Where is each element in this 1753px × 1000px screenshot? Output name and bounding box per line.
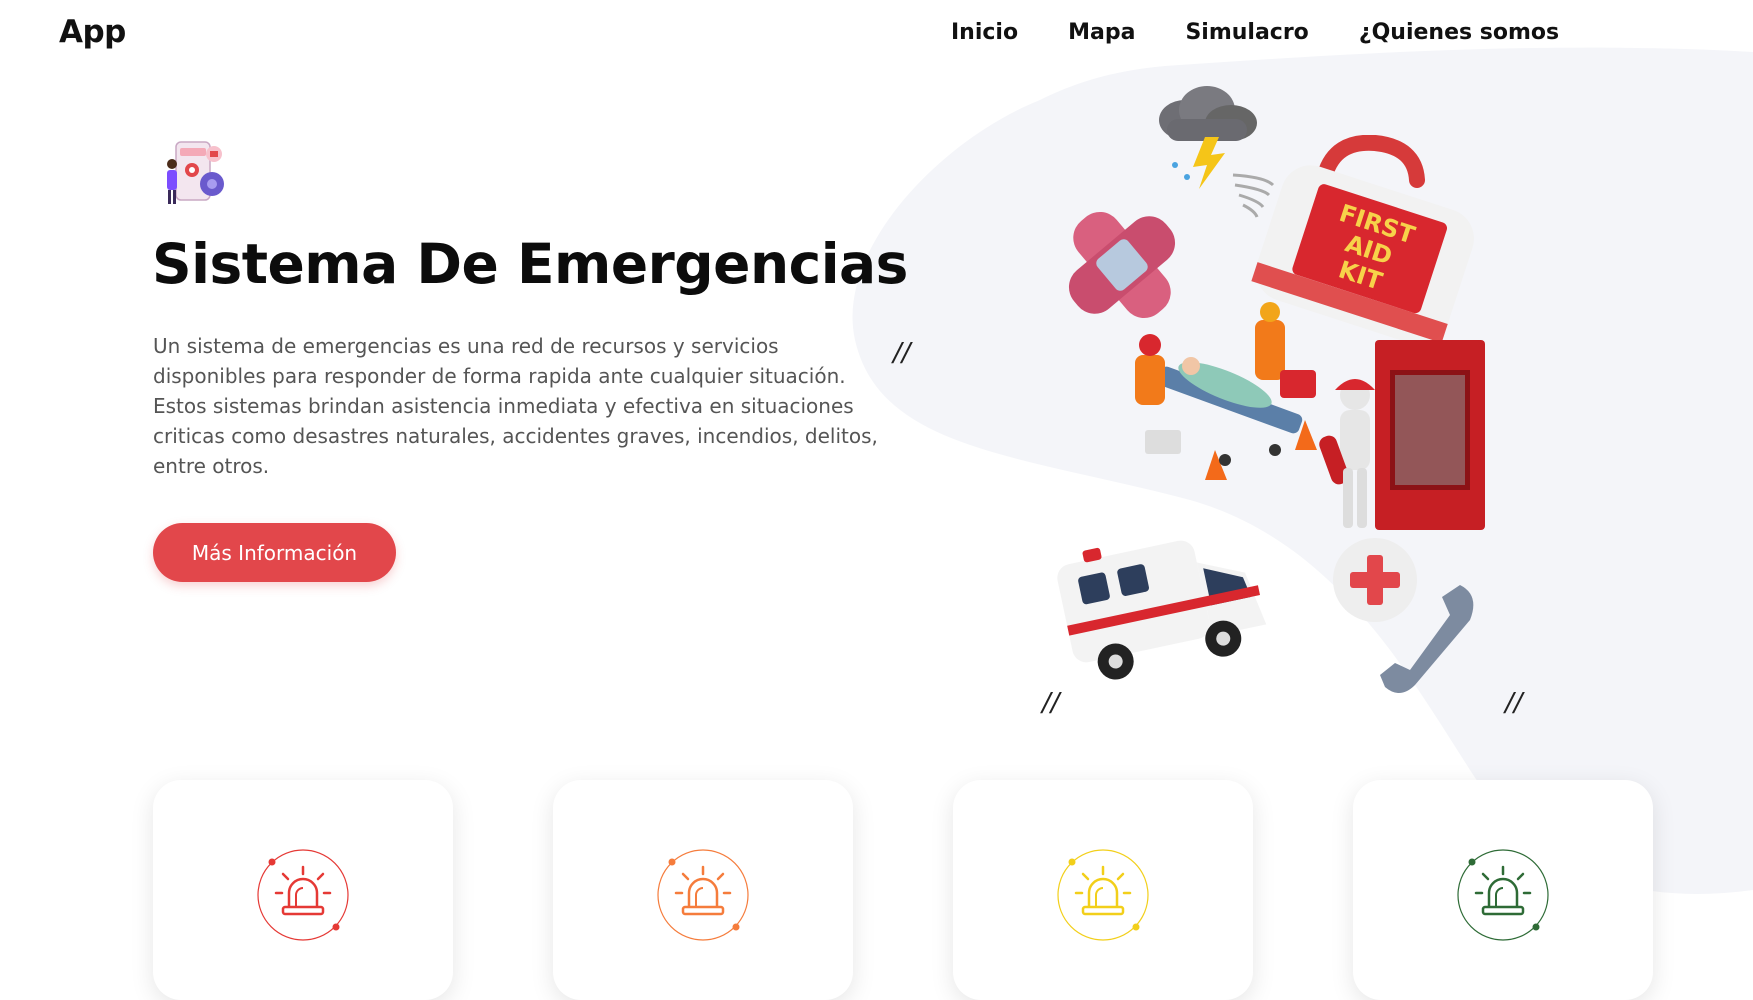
more-info-button[interactable]: Más Información — [153, 523, 396, 582]
siren-icon — [257, 849, 349, 941]
app-logo[interactable]: App — [59, 14, 126, 50]
hero-description: Un sistema de emergencias es una red de … — [153, 334, 878, 478]
top-navbar: App Inicio Mapa Simulacro ¿Quienes somos — [0, 0, 1753, 70]
siren-icon — [1457, 849, 1549, 941]
paramedics-stretcher-icon — [1135, 302, 1317, 480]
emergency-illustration: FIRST AID KIT — [1055, 85, 1505, 705]
feature-card[interactable] — [953, 780, 1253, 1000]
siren-icon — [1057, 849, 1149, 941]
phone-location-illustration-icon — [167, 141, 224, 204]
feature-card[interactable] — [553, 780, 853, 1000]
nav-link-mapa[interactable]: Mapa — [1068, 20, 1135, 45]
nav-link-inicio[interactable]: Inicio — [951, 20, 1018, 45]
emergency-phone-icon — [1333, 538, 1474, 694]
main-nav: Inicio Mapa Simulacro ¿Quienes somos — [951, 20, 1559, 45]
nav-link-simulacro[interactable]: Simulacro — [1185, 20, 1308, 45]
siren-icon — [657, 849, 749, 941]
page-title: Sistema De Emergencias — [152, 232, 908, 296]
deco-slash-mark: // — [893, 338, 911, 368]
firefighter-extinguisher-icon — [1319, 340, 1485, 530]
nav-link-quienes-somos[interactable]: ¿Quienes somos — [1359, 20, 1559, 45]
deco-slash-mark: // — [1505, 688, 1523, 718]
feature-card[interactable] — [1353, 780, 1653, 1000]
feature-card[interactable] — [153, 780, 453, 1000]
ambulance-icon — [1057, 540, 1267, 680]
